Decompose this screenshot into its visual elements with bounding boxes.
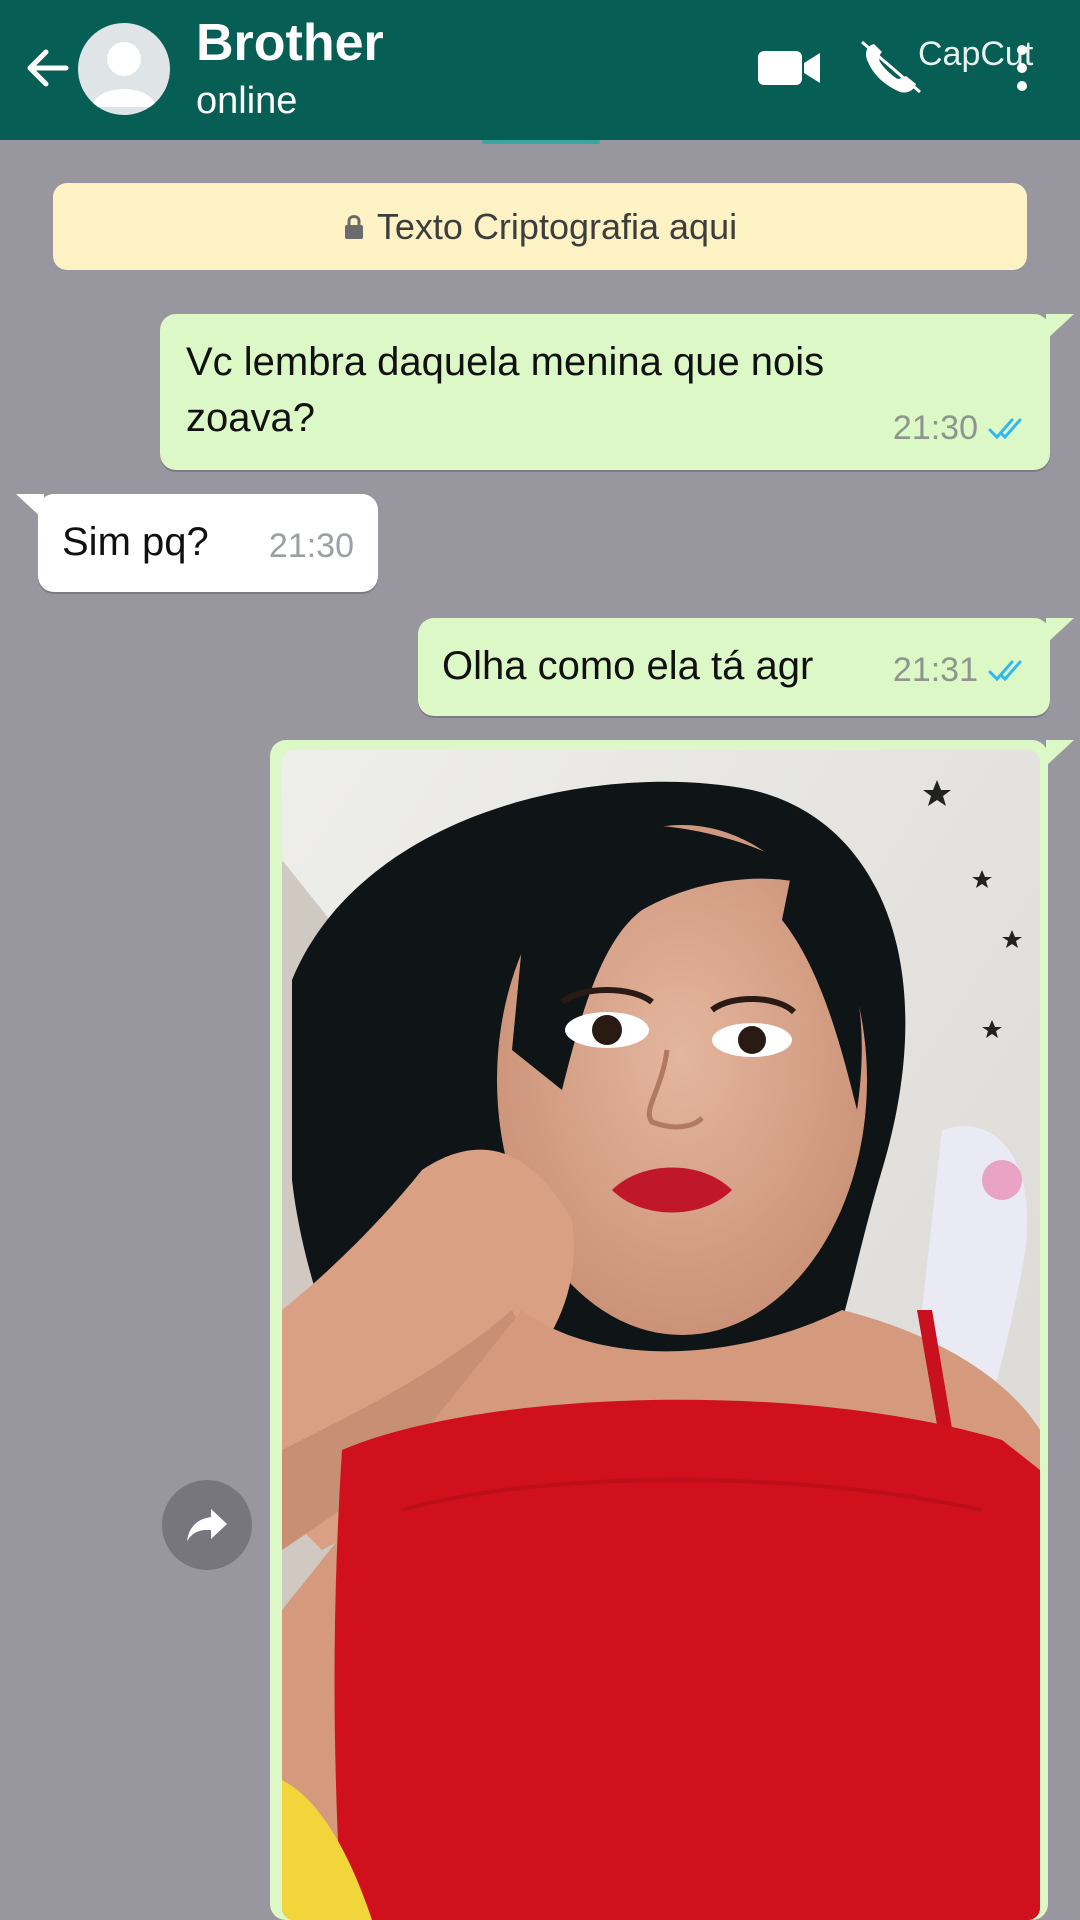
bubble-tail bbox=[1046, 314, 1074, 340]
forward-button[interactable] bbox=[162, 1480, 252, 1570]
forward-arrow-icon bbox=[187, 1509, 227, 1541]
scroll-indicator bbox=[482, 140, 600, 144]
message-time: 21:31 bbox=[892, 651, 978, 689]
bubble-tail bbox=[1046, 618, 1074, 644]
message-text: Olha como ela tá agr bbox=[442, 644, 814, 688]
photo-illustration bbox=[282, 750, 1040, 1920]
contact-name[interactable]: Brother bbox=[196, 12, 384, 74]
read-receipt-icon bbox=[988, 418, 1022, 440]
message-meta: 21:31 bbox=[893, 642, 1028, 698]
message-time: 21:30 bbox=[268, 527, 354, 565]
read-receipt-icon bbox=[988, 660, 1022, 682]
bubble-tail bbox=[1046, 740, 1074, 766]
message-meta: 21:30 bbox=[893, 400, 1028, 456]
avatar-placeholder-icon bbox=[92, 42, 156, 107]
encryption-text: Texto Criptografia aqui bbox=[376, 205, 738, 247]
message-bubble-incoming[interactable]: Sim pq? 21:30 bbox=[38, 494, 378, 592]
bubble-tail bbox=[16, 494, 44, 520]
message-bubble-outgoing[interactable]: Vc lembra daquela menina que nois zoava?… bbox=[160, 314, 1050, 470]
avatar[interactable] bbox=[78, 23, 170, 115]
message-meta: 21:30 bbox=[269, 518, 354, 574]
message-text: Sim pq? bbox=[62, 520, 209, 564]
app-bar: Brother online CapCut bbox=[0, 0, 1080, 140]
message-bubble-outgoing[interactable]: Olha como ela tá agr 21:31 bbox=[418, 618, 1050, 716]
encryption-banner[interactable]: Texto Criptografia aqui bbox=[53, 183, 1027, 270]
more-options-icon[interactable] bbox=[1014, 42, 1030, 94]
back-arrow-icon[interactable] bbox=[20, 40, 76, 96]
contact-status: online bbox=[196, 80, 298, 122]
photo-message[interactable] bbox=[282, 750, 1040, 1920]
lock-icon bbox=[344, 214, 363, 239]
message-time: 21:30 bbox=[892, 409, 978, 447]
message-text: Vc lembra daquela menina que nois zoava? bbox=[186, 340, 825, 440]
video-call-icon[interactable] bbox=[756, 45, 822, 91]
voice-call-icon[interactable] bbox=[856, 36, 926, 96]
